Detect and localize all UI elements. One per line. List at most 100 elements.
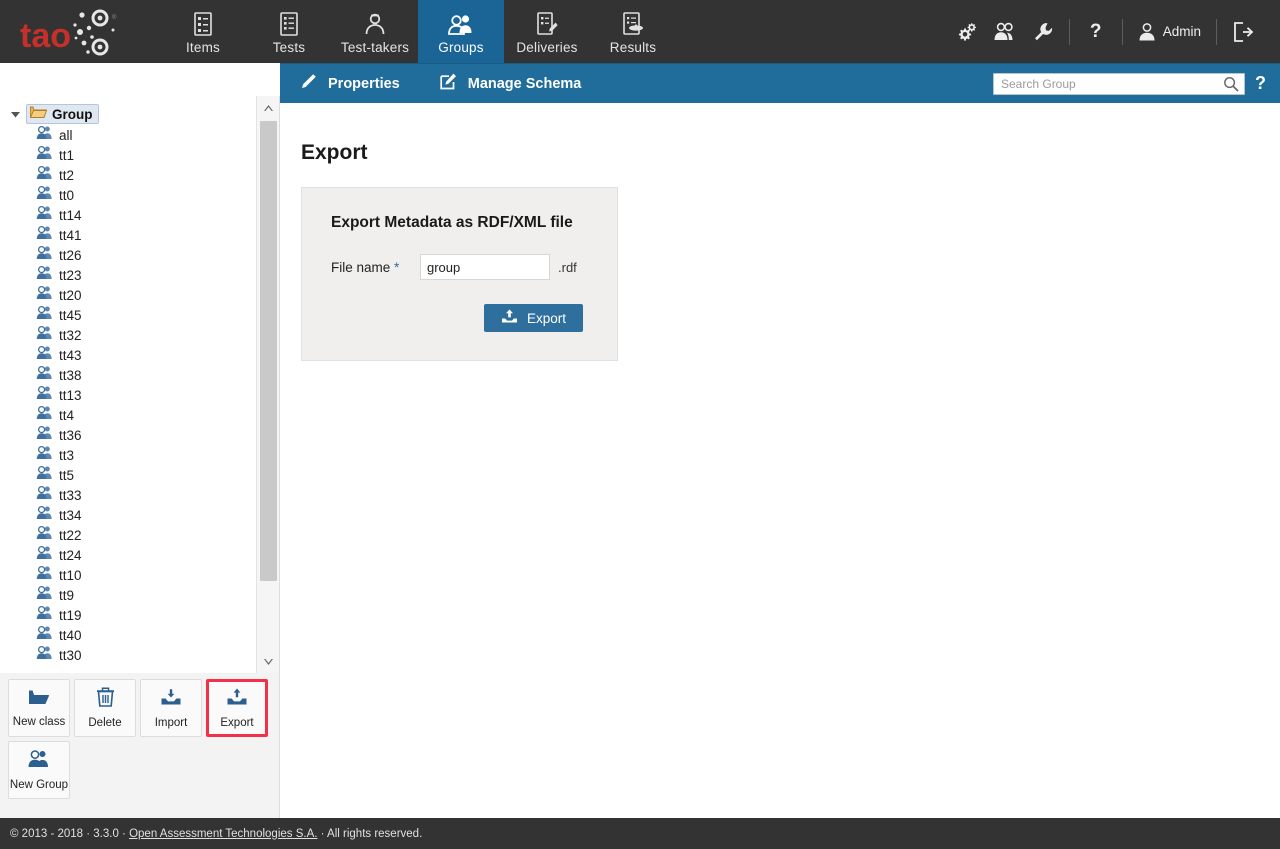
tree-item-all[interactable]: all [0,125,256,145]
file-name-row: File name * .rdf [331,254,617,280]
tree-item-tt19[interactable]: tt19 [0,605,256,625]
file-name-input[interactable] [420,254,550,280]
scrollbar-thumb[interactable] [260,121,277,581]
sidebar-action-import[interactable]: Import [140,679,202,737]
export-button[interactable]: Export [484,304,583,332]
delivery-pencil-icon [535,10,559,36]
users-icon[interactable] [986,0,1024,63]
tree-item-tt45[interactable]: tt45 [0,305,256,325]
tree-item-tt34[interactable]: tt34 [0,505,256,525]
footer-company-link[interactable]: Open Assessment Technologies S.A. [129,828,317,840]
group-people-icon [36,285,53,305]
tree-item-tt24[interactable]: tt24 [0,545,256,565]
tree-item-tt10[interactable]: tt10 [0,565,256,585]
group-people-icon [447,10,475,36]
tree-item-tt20[interactable]: tt20 [0,285,256,305]
search-help-button[interactable]: ? [1255,73,1266,94]
group-tree-panel: Group all tt1 tt2 tt0 tt14 tt41 tt26 tt2… [0,96,279,673]
tree-item-tt14[interactable]: tt14 [0,205,256,225]
sidebar-action-export[interactable]: Export [206,679,268,737]
nav-tab-tests[interactable]: Tests [246,0,332,63]
tree-item-label: tt13 [59,388,82,403]
tree-scrollbar[interactable] [256,96,279,673]
tree-item-tt23[interactable]: tt23 [0,265,256,285]
tree-item-tt41[interactable]: tt41 [0,225,256,245]
tree-item-label: tt22 [59,528,82,543]
wrench-icon[interactable] [1024,0,1062,63]
logout-icon[interactable] [1224,0,1262,63]
export-form-panel: Export Metadata as RDF/XML file File nam… [301,187,618,361]
tree-item-label: tt10 [59,568,82,583]
scroll-up-button[interactable] [257,96,279,119]
tree-item-label: tt36 [59,428,82,443]
file-name-input-group: .rdf [420,254,585,280]
scroll-down-button[interactable] [257,650,279,673]
tree-root-chip[interactable]: Group [26,104,99,124]
tree-item-tt38[interactable]: tt38 [0,365,256,385]
search-input[interactable] [994,75,1212,93]
main-content: Export Export Metadata as RDF/XML file F… [280,103,1280,818]
search-icon[interactable] [1223,76,1239,97]
help-button[interactable]: ? [1077,0,1115,63]
items-list-icon [193,10,213,36]
tree-item-tt33[interactable]: tt33 [0,485,256,505]
tree-item-tt22[interactable]: tt22 [0,525,256,545]
action-manage-schema[interactable]: Manage Schema [420,64,602,104]
nav-tab-test-takers[interactable]: Test-takers [332,0,418,63]
search-area: ? [993,73,1280,95]
export-button-row: Export [302,304,583,332]
tree-item-label: tt26 [59,248,82,263]
group-people-icon [36,225,53,245]
sidebar-action-delete[interactable]: Delete [74,679,136,737]
tree-item-label: tt41 [59,228,82,243]
tree-item-tt4[interactable]: tt4 [0,405,256,425]
group-people-icon [36,405,53,425]
tree-item-tt36[interactable]: tt36 [0,425,256,445]
tree-item-tt32[interactable]: tt32 [0,325,256,345]
nav-tab-items[interactable]: Items [160,0,246,63]
sidebar-action-buttons: New classDeleteImport Export New Group [0,673,279,818]
svg-text:®: ® [112,14,117,21]
tao-logo-icon: tao ® [18,5,122,59]
search-box[interactable] [993,73,1245,95]
export-button-label: Export [527,311,566,326]
top-header: tao ® [0,0,1280,63]
export-upload-icon [501,309,518,328]
file-extension-label: .rdf [550,254,585,280]
tree-item-tt13[interactable]: tt13 [0,385,256,405]
tree-item-tt5[interactable]: tt5 [0,465,256,485]
tree-item-tt40[interactable]: tt40 [0,625,256,645]
group-people-icon [36,445,53,465]
tree-root-group[interactable]: Group [0,103,256,125]
group-people-icon [36,125,53,145]
user-menu[interactable]: Admin [1130,0,1209,63]
tree-item-tt1[interactable]: tt1 [0,145,256,165]
tao-logo[interactable]: tao ® [0,0,140,63]
action-properties[interactable]: Properties [280,64,420,104]
nav-tab-results[interactable]: Results [590,0,676,63]
tree-item-tt43[interactable]: tt43 [0,345,256,365]
group-people-icon [36,525,53,545]
group-people-icon [36,165,53,185]
nav-tab-label: Tests [273,40,306,55]
header-divider [1069,19,1070,45]
sidebar-action-label: Export [220,717,253,729]
tree-item-label: tt40 [59,628,82,643]
gears-icon[interactable] [948,0,986,63]
tree-item-tt9[interactable]: tt9 [0,585,256,605]
tree-item-tt3[interactable]: tt3 [0,445,256,465]
chevron-down-icon[interactable] [10,111,21,118]
nav-tab-deliveries[interactable]: Deliveries [504,0,590,63]
group-people-icon [36,605,53,625]
sidebar-action-new-class[interactable]: New class [8,679,70,737]
tree-item-tt2[interactable]: tt2 [0,165,256,185]
tree-scroll-area: Group all tt1 tt2 tt0 tt14 tt41 tt26 tt2… [0,96,256,673]
tree-item-tt26[interactable]: tt26 [0,245,256,265]
sidebar-action-new-group[interactable]: New Group [8,741,70,799]
tree-item-tt30[interactable]: tt30 [0,645,256,665]
tree-item-label: all [59,128,73,143]
tree-item-tt0[interactable]: tt0 [0,185,256,205]
nav-tab-groups[interactable]: Groups [418,0,504,63]
tree-item-label: tt14 [59,208,82,223]
tree-item-label: tt23 [59,268,82,283]
